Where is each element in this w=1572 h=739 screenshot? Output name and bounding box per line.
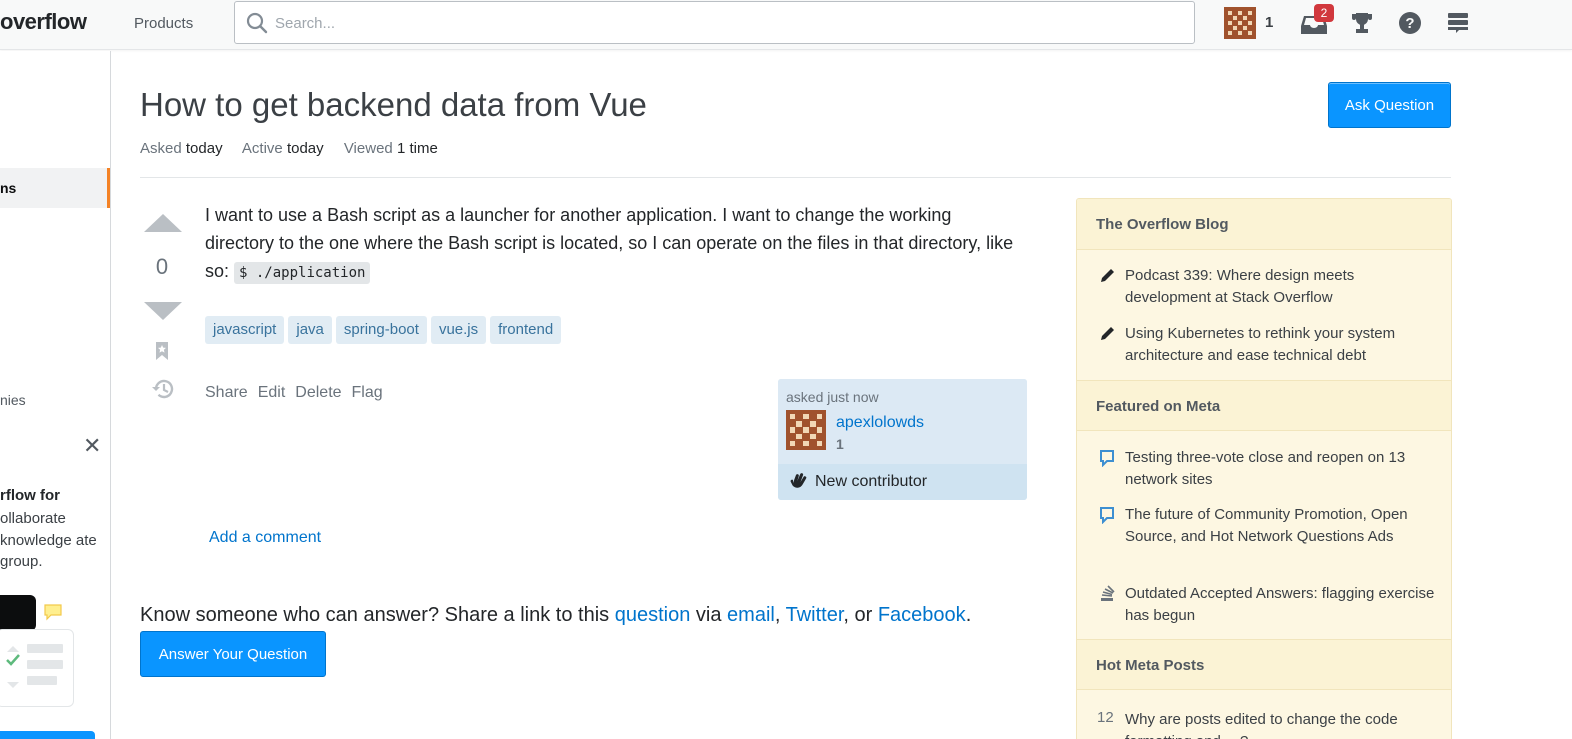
post-menu: Share Edit Delete Flag: [205, 384, 383, 402]
blog-item-text[interactable]: Podcast 339: Where design meets developm…: [1125, 265, 1435, 308]
close-icon[interactable]: ✕: [83, 435, 101, 457]
tag-spring-boot[interactable]: spring-boot: [335, 316, 427, 344]
delete-link[interactable]: Delete: [295, 384, 341, 402]
sidebar-widget: The Overflow Blog Podcast 339: Where des…: [1076, 198, 1452, 739]
ask-question-button[interactable]: Ask Question: [1328, 82, 1451, 128]
share-or: , or: [843, 604, 878, 626]
question-meta: Asked today Active today Viewed 1 time: [140, 140, 438, 157]
meta-header: Featured on Meta: [1077, 380, 1451, 431]
share-question-link[interactable]: question: [615, 604, 691, 626]
sidebar-item-label: ns: [0, 180, 17, 196]
share-twitter-link[interactable]: Twitter: [786, 604, 844, 626]
hot-meta-header: Hot Meta Posts: [1077, 639, 1451, 690]
tag-list: javascript java spring-boot vue.js front…: [205, 316, 562, 344]
blog-header: The Overflow Blog: [1077, 199, 1451, 250]
pencil-icon: [1101, 327, 1114, 340]
question-body: I want to use a Bash script as a launche…: [205, 201, 1020, 287]
active-value[interactable]: today: [287, 140, 324, 157]
viewed-label: Viewed: [343, 140, 393, 157]
downvote-arrow-icon[interactable]: [142, 300, 184, 322]
tag-javascript[interactable]: javascript: [205, 316, 285, 344]
teams-illustration-card: [0, 629, 74, 707]
active-label: Active: [241, 140, 283, 157]
teams-promo-title: rflow for: [0, 487, 60, 504]
asked-value: today: [185, 140, 223, 157]
meta-item-text[interactable]: The future of Community Promotion, Open …: [1125, 504, 1435, 547]
teams-promo-description: ollaborate knowledge ate group.: [0, 510, 97, 570]
tag-vuejs[interactable]: vue.js: [430, 316, 487, 344]
products-link[interactable]: Products: [134, 15, 193, 32]
inline-code: $ ./application: [234, 262, 371, 284]
site-logo[interactable]: overflow: [0, 9, 87, 35]
viewed-value: 1 time: [396, 140, 438, 157]
meta-title: Featured on Meta: [1096, 398, 1221, 415]
asked-label: Asked: [140, 140, 182, 157]
svg-text:?: ?: [1405, 15, 1414, 32]
stack-exchange-icon: [1101, 585, 1115, 601]
user-reputation: 1: [1265, 14, 1274, 31]
left-sidebar: ns nies ✕ rflow for ollaborate knowledge…: [0, 51, 111, 739]
new-contributor-label: New contributor: [815, 473, 928, 490]
owner-username[interactable]: apexlolowds: [836, 414, 924, 432]
history-icon[interactable]: [150, 377, 176, 401]
new-contributor-banner[interactable]: New contributor: [778, 464, 1027, 500]
achievements-trophy-icon[interactable]: [1350, 11, 1374, 35]
teams-illustration-dark: [0, 595, 36, 631]
flag-link[interactable]: Flag: [352, 384, 383, 402]
help-icon[interactable]: ?: [1398, 11, 1422, 35]
owner-avatar[interactable]: [786, 410, 826, 450]
asked-time[interactable]: asked just now: [786, 389, 879, 405]
checklist-icon: [6, 644, 63, 688]
share-prompt-text: Know someone who can answer? Share a lin…: [140, 604, 615, 626]
search-box[interactable]: [234, 1, 1195, 44]
sidebar-item-questions[interactable]: ns: [0, 168, 110, 208]
search-icon: [246, 12, 268, 34]
site-switcher-icon[interactable]: [1446, 11, 1470, 35]
sidebar-item-companies[interactable]: nies: [0, 392, 26, 408]
share-facebook-link[interactable]: Facebook: [878, 604, 966, 626]
share-comma: ,: [774, 604, 786, 626]
blog-item-text[interactable]: Using Kubernetes to rethink your system …: [1125, 323, 1435, 366]
share-email-link[interactable]: email: [727, 604, 775, 626]
hot-meta-text[interactable]: Why are posts edited to change the code …: [1125, 709, 1435, 739]
share-link[interactable]: Share: [205, 384, 248, 402]
meta-chat-icon: [1100, 450, 1114, 467]
bookmark-icon[interactable]: [154, 340, 170, 362]
upvote-arrow-icon[interactable]: [142, 212, 184, 234]
vote-count: 0: [155, 254, 169, 279]
question-title[interactable]: How to get backend data from Vue: [140, 86, 647, 124]
blog-title: The Overflow Blog: [1096, 216, 1229, 233]
chat-bubble-icon: [44, 604, 62, 621]
tag-frontend[interactable]: frontend: [490, 316, 562, 344]
meta-item-text[interactable]: Outdated Accepted Answers: flagging exer…: [1125, 583, 1435, 626]
owner-reputation: 1: [836, 436, 844, 452]
user-avatar[interactable]: [1224, 7, 1256, 39]
tag-java[interactable]: java: [288, 316, 332, 344]
answer-question-button[interactable]: Answer Your Question: [140, 631, 326, 677]
pencil-icon: [1101, 269, 1114, 282]
waving-hand-icon: [790, 473, 807, 488]
add-comment-link[interactable]: Add a comment: [209, 529, 321, 547]
search-input[interactable]: [275, 10, 1155, 36]
meta-chat-icon: [1100, 507, 1114, 524]
edit-link[interactable]: Edit: [258, 384, 286, 402]
header-divider: [140, 177, 1451, 178]
teams-cta-button[interactable]: [0, 731, 95, 739]
share-via: via: [690, 604, 728, 626]
top-bar: overflow Products 1 2 ?: [0, 0, 1572, 50]
owner-user-card: asked just now apexlolowds 1 New contrib…: [778, 379, 1027, 500]
meta-item-text[interactable]: Testing three-vote close and reopen on 1…: [1125, 447, 1435, 490]
hot-meta-count: 12: [1097, 709, 1114, 726]
share-prompt: Know someone who can answer? Share a lin…: [140, 604, 971, 627]
share-period: .: [965, 604, 972, 626]
inbox-badge: 2: [1314, 4, 1334, 22]
hot-meta-title: Hot Meta Posts: [1096, 657, 1205, 674]
